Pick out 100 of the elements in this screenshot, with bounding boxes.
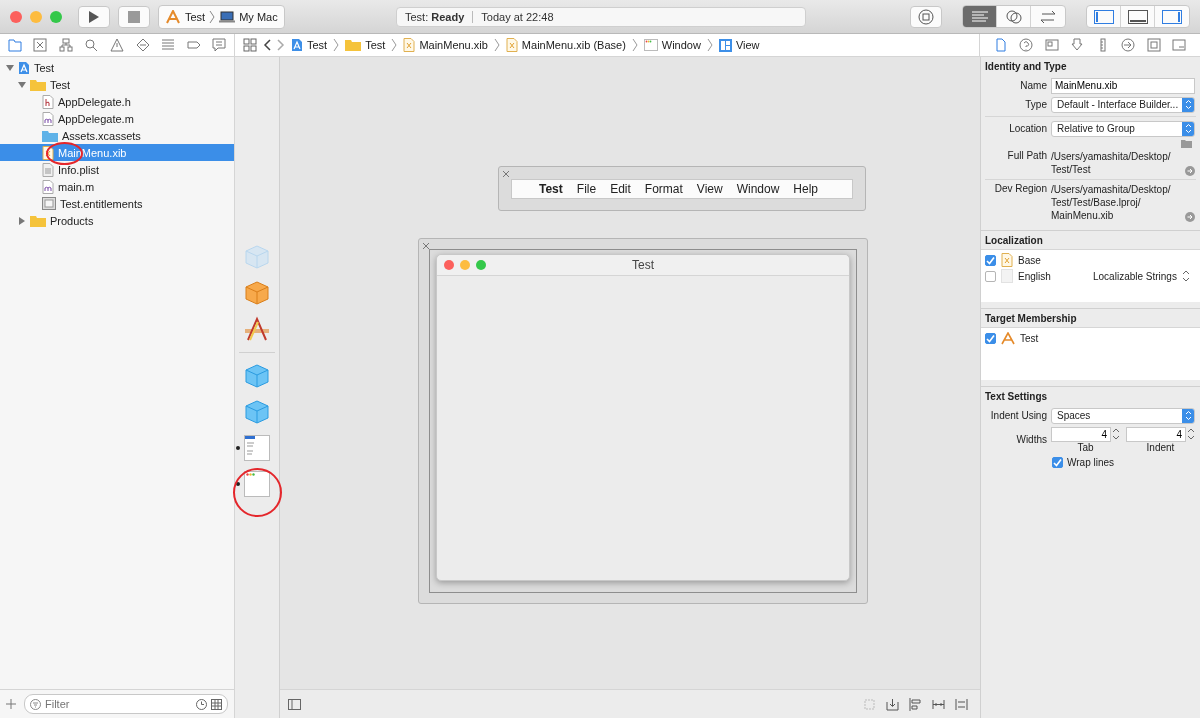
circles-icon[interactable]	[1004, 8, 1023, 25]
breadcrumb-item[interactable]: Window	[643, 39, 701, 51]
breadcrumb-item[interactable]: Test	[345, 39, 386, 51]
menu-item[interactable]: Help	[786, 181, 825, 196]
frame-icon[interactable]	[1146, 38, 1161, 52]
menu-item[interactable]: Test	[532, 181, 570, 196]
menu-item[interactable]: View	[689, 181, 730, 196]
up-down-icon[interactable]	[1184, 410, 1192, 421]
square-icon[interactable]	[33, 38, 48, 52]
cube-icon[interactable]	[244, 399, 270, 425]
breadcrumb-label[interactable]: View	[735, 39, 760, 51]
sidebar-toggle-icon[interactable]	[288, 698, 301, 710]
back-icon[interactable]	[263, 39, 271, 51]
window-object-icon[interactable]	[244, 471, 270, 497]
tab-width-field[interactable]: 4	[1051, 426, 1111, 442]
help-icon[interactable]	[1019, 38, 1034, 52]
resolve-icon[interactable]	[955, 697, 968, 711]
speech-bubble-icon[interactable]	[212, 38, 227, 52]
breadcrumb-item[interactable]: Test	[291, 38, 328, 52]
menu-item[interactable]: Window	[729, 181, 787, 196]
breadcrumb-label[interactable]: MainMenu.xib (Base)	[521, 39, 626, 51]
lines-icon[interactable]	[970, 10, 989, 23]
cube-icon[interactable]	[244, 280, 270, 306]
scheme-selector[interactable]: Test My Mac	[158, 4, 285, 29]
breadcrumb-label[interactable]: MainMenu.xib	[419, 39, 488, 51]
stepper-icon[interactable]	[1181, 268, 1190, 284]
menu-object-icon[interactable]	[244, 435, 270, 461]
location-popup[interactable]: Relative to Group	[1051, 120, 1195, 137]
arrow-circle-icon[interactable]	[1185, 166, 1195, 176]
folder-icon[interactable]	[1181, 139, 1192, 148]
arrow-circle-icon[interactable]	[1185, 212, 1195, 222]
cube-icon[interactable]	[244, 363, 270, 389]
menu-item[interactable]: File	[569, 181, 604, 196]
filter-input[interactable]: Filter	[45, 698, 192, 710]
stop-icon[interactable]	[128, 10, 140, 23]
file-tree-item[interactable]: Info.plist	[0, 161, 234, 178]
up-down-icon[interactable]	[1184, 99, 1192, 110]
app-icon[interactable]	[244, 316, 270, 342]
localization-type[interactable]: Localizable Strings	[1093, 270, 1177, 282]
breadcrumb-label[interactable]: Test	[307, 39, 328, 51]
zoom-button[interactable]	[50, 10, 62, 23]
pin-icon[interactable]	[932, 697, 945, 711]
checkbox[interactable]	[985, 270, 996, 282]
indent-using-popup[interactable]: Spaces	[1051, 407, 1195, 424]
file-tree-item[interactable]: AppDelegate.m	[0, 110, 234, 127]
close-icon[interactable]	[422, 242, 430, 250]
breadcrumb-label[interactable]: Window	[661, 39, 701, 51]
checkbox[interactable]	[985, 254, 996, 266]
close-button[interactable]	[444, 260, 454, 270]
warning-icon[interactable]	[109, 38, 124, 52]
list-icon[interactable]	[161, 38, 176, 52]
tag-icon[interactable]	[186, 38, 201, 52]
file-tree-item[interactable]: Test	[0, 59, 234, 76]
diamond-icon[interactable]	[135, 38, 150, 52]
zoom-button[interactable]	[476, 260, 486, 270]
folder-icon[interactable]	[7, 38, 22, 52]
grid-icon[interactable]	[243, 38, 257, 52]
close-icon[interactable]	[502, 170, 510, 178]
search-icon[interactable]	[84, 38, 99, 52]
swap-arrows-icon[interactable]	[1039, 9, 1057, 24]
run-button[interactable]	[78, 5, 110, 28]
menu-item[interactable]: Format	[637, 181, 690, 196]
breadcrumb-label[interactable]: Test	[365, 39, 386, 51]
checkbox[interactable]	[1052, 457, 1063, 468]
breadcrumb-item[interactable]: MainMenu.xib	[403, 38, 488, 52]
breakpoint-icon[interactable]	[918, 8, 934, 25]
checkbox[interactable]	[985, 332, 996, 344]
file-tree-item[interactable]: Test.entitlements	[0, 195, 234, 212]
play-icon[interactable]	[88, 9, 100, 24]
stop-button[interactable]	[118, 5, 150, 28]
file-icon[interactable]	[993, 38, 1008, 52]
file-tree-item[interactable]: main.m	[0, 178, 234, 195]
add-icon[interactable]	[6, 699, 16, 709]
indent-width-field[interactable]: 4	[1126, 426, 1186, 442]
type-popup[interactable]: Default - Interface Builder...	[1051, 96, 1195, 113]
breakpoint-button[interactable]	[910, 5, 942, 28]
grid-icon[interactable]	[211, 698, 222, 710]
file-tree-item[interactable]: AppDelegate.h	[0, 93, 234, 110]
download-icon[interactable]	[1070, 38, 1085, 52]
clock-icon[interactable]	[196, 698, 207, 710]
stepper-icon[interactable]	[1187, 426, 1195, 442]
id-card-icon[interactable]	[1044, 38, 1059, 52]
breadcrumb-item[interactable]: MainMenu.xib (Base)	[505, 38, 626, 52]
menu-item[interactable]: Edit	[603, 181, 638, 196]
close-button[interactable]	[10, 10, 22, 23]
breadcrumb-item[interactable]: View	[718, 38, 760, 52]
file-tree-item[interactable]: Products	[0, 212, 234, 229]
file-tree-item[interactable]: Assets.xcassets	[0, 127, 234, 144]
stepper-icon[interactable]	[1112, 426, 1120, 442]
arrow-circle-icon[interactable]	[1121, 38, 1136, 52]
file-tree-item[interactable]: Test	[0, 76, 234, 93]
align-icon[interactable]	[909, 697, 922, 711]
panel-icon[interactable]	[1172, 38, 1187, 52]
editor-mode-button[interactable]	[963, 6, 997, 27]
hierarchy-icon[interactable]	[58, 38, 73, 52]
filter-field[interactable]: Filter	[24, 694, 228, 714]
disclosure-triangle-closed-icon[interactable]	[18, 216, 26, 225]
name-field[interactable]: MainMenu.xib	[1051, 77, 1195, 94]
forward-icon[interactable]	[277, 39, 285, 51]
up-down-icon[interactable]	[1184, 123, 1192, 134]
